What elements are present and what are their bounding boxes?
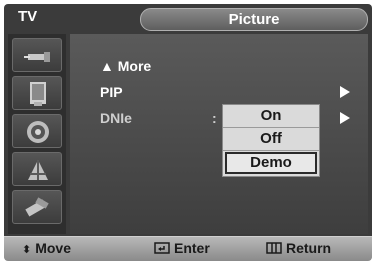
dnie-arrow-icon <box>340 112 350 124</box>
menu-title: Picture <box>140 8 368 31</box>
dropdown-option-off[interactable]: Off <box>223 128 319 151</box>
setup-icon <box>25 197 49 217</box>
dnie-separator: : <box>212 110 217 126</box>
footer-return: Return <box>266 240 331 256</box>
picture-icon <box>30 82 46 106</box>
enter-icon <box>154 242 170 254</box>
more-item[interactable]: ▲ More <box>100 58 151 74</box>
enter-label: Enter <box>174 240 210 256</box>
updown-icon: ⬍ <box>22 243 32 256</box>
osd-menu: TV Picture ▲ More PIP DNIe: On Off Demo… <box>4 4 372 261</box>
footer-help-bar: ⬍ Move Enter Return <box>4 236 372 261</box>
dropdown-option-on[interactable]: On <box>223 105 319 128</box>
dnie-dropdown[interactable]: On Off Demo <box>222 104 320 177</box>
menu-item-dnie[interactable]: DNIe <box>100 110 132 126</box>
footer-move: ⬍ Move <box>18 240 71 256</box>
move-label: Move <box>35 240 72 256</box>
header: TV Picture <box>4 4 372 32</box>
sound-icon <box>27 121 49 143</box>
sidebar-item-sound[interactable] <box>12 114 62 148</box>
input-source-icon <box>24 52 50 62</box>
sidebar-item-channel[interactable] <box>12 152 62 186</box>
menu-item-pip[interactable]: PIP <box>100 84 123 100</box>
return-icon <box>266 242 282 254</box>
sidebar-item-picture[interactable] <box>12 76 62 110</box>
menu-content: ▲ More PIP DNIe : On Off Demo <box>70 34 368 234</box>
footer-enter: Enter <box>154 240 210 256</box>
pip-arrow-icon <box>340 86 350 98</box>
sidebar <box>8 34 66 234</box>
return-label: Return <box>286 240 332 256</box>
tv-mode-label: TV <box>18 8 38 25</box>
sidebar-item-setup[interactable] <box>12 190 62 224</box>
sidebar-item-input[interactable] <box>12 38 62 72</box>
channel-icon <box>28 160 48 180</box>
dropdown-option-demo[interactable]: Demo <box>225 152 317 174</box>
